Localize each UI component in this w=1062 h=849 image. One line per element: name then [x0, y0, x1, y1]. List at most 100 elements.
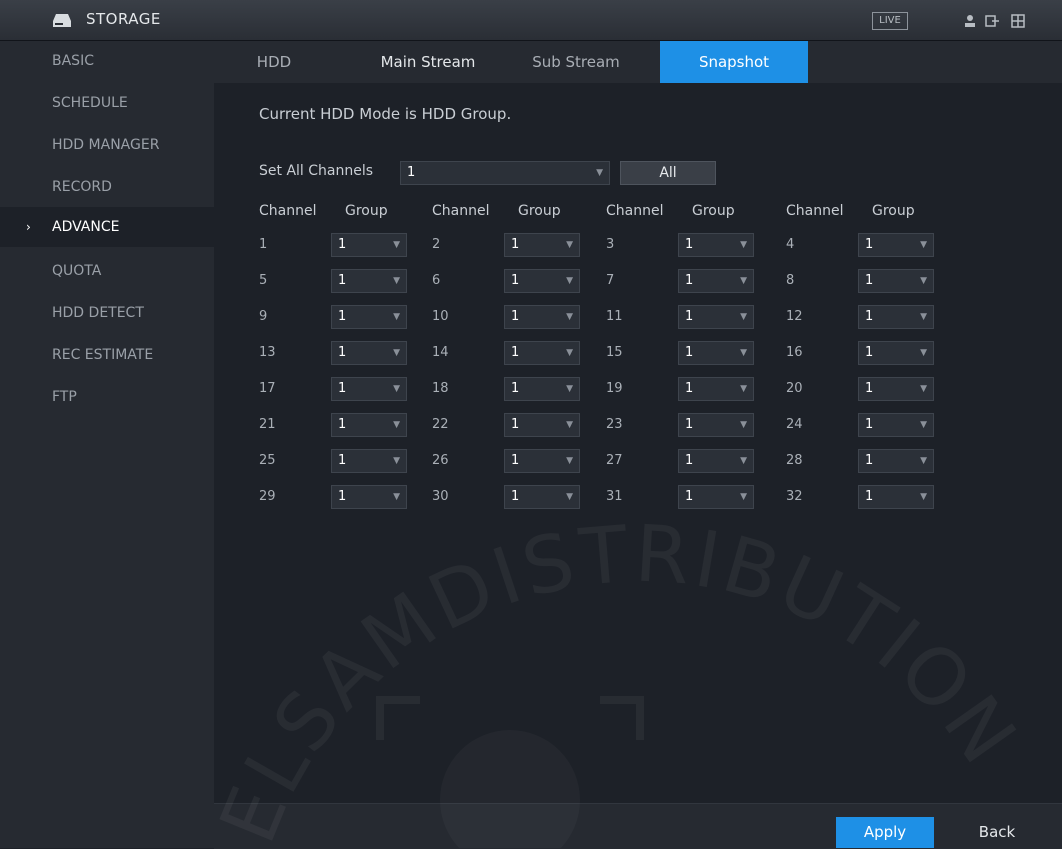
group-select[interactable]: 1 ▼	[331, 233, 407, 257]
channel-header: Channel	[432, 203, 490, 219]
tab-main-stream[interactable]: Main Stream	[364, 41, 492, 83]
select-value: 1	[511, 273, 520, 288]
group-select[interactable]: 1 ▼	[678, 413, 754, 437]
tab-sub-stream[interactable]: Sub Stream	[512, 41, 640, 83]
chevron-down-icon: ▼	[740, 240, 747, 250]
sidebar-item-label: HDD DETECT	[52, 305, 144, 321]
group-header: Group	[518, 203, 561, 219]
select-value: 1	[865, 237, 874, 252]
chevron-down-icon: ▼	[920, 384, 927, 394]
group-select[interactable]: 1 ▼	[678, 233, 754, 257]
channel-number: 30	[432, 489, 449, 504]
group-select[interactable]: 1 ▼	[858, 449, 934, 473]
channel-number: 26	[432, 453, 449, 468]
select-value: 1	[685, 381, 694, 396]
group-select[interactable]: 1 ▼	[858, 269, 934, 293]
channel-number: 24	[786, 417, 803, 432]
channel-number: 8	[786, 273, 795, 288]
back-button[interactable]: Back	[948, 817, 1046, 848]
hdd-icon	[53, 14, 71, 27]
chevron-down-icon: ▼	[393, 312, 400, 322]
select-value: 1	[685, 417, 694, 432]
all-button[interactable]: All	[620, 161, 716, 185]
group-select[interactable]: 1 ▼	[504, 413, 580, 437]
group-select[interactable]: 1 ▼	[858, 341, 934, 365]
sidebar-item-label: REC ESTIMATE	[52, 347, 154, 363]
group-select[interactable]: 1 ▼	[504, 449, 580, 473]
live-button[interactable]: LIVE	[872, 12, 908, 30]
chevron-down-icon: ▼	[393, 276, 400, 286]
chevron-down-icon: ▼	[920, 348, 927, 358]
select-value: 1	[511, 309, 520, 324]
group-select[interactable]: 1 ▼	[858, 305, 934, 329]
sidebar-item-basic[interactable]: BASIC	[0, 41, 214, 81]
channel-number: 6	[432, 273, 441, 288]
channel-number: 16	[786, 345, 803, 360]
group-select[interactable]: 1 ▼	[504, 485, 580, 509]
chevron-down-icon: ▼	[740, 348, 747, 358]
group-select[interactable]: 1 ▼	[678, 449, 754, 473]
chevron-down-icon: ▼	[566, 492, 573, 502]
chevron-down-icon: ▼	[393, 456, 400, 466]
layout-icon[interactable]	[1010, 13, 1026, 29]
group-select[interactable]: 1 ▼	[858, 413, 934, 437]
select-value: 1	[685, 453, 694, 468]
set-all-channels-select[interactable]: 1 ▼	[400, 161, 610, 185]
group-select[interactable]: 1 ▼	[331, 449, 407, 473]
select-value: 1	[865, 453, 874, 468]
sidebar-item-advance[interactable]: › ADVANCE	[0, 207, 214, 247]
group-select[interactable]: 1 ▼	[858, 377, 934, 401]
select-value: 1	[338, 417, 347, 432]
group-select[interactable]: 1 ▼	[678, 377, 754, 401]
channel-number: 18	[432, 381, 449, 396]
channel-number: 21	[259, 417, 276, 432]
apply-button[interactable]: Apply	[836, 817, 934, 848]
sidebar-item-quota[interactable]: QUOTA	[0, 251, 214, 291]
group-select[interactable]: 1 ▼	[331, 305, 407, 329]
group-select[interactable]: 1 ▼	[858, 233, 934, 257]
sidebar-item-schedule[interactable]: SCHEDULE	[0, 83, 214, 123]
group-select[interactable]: 1 ▼	[331, 377, 407, 401]
chevron-down-icon: ▼	[920, 276, 927, 286]
channel-number: 20	[786, 381, 803, 396]
group-select[interactable]: 1 ▼	[678, 269, 754, 293]
channel-number: 32	[786, 489, 803, 504]
select-value: 1	[685, 345, 694, 360]
select-value: 1	[685, 309, 694, 324]
select-value: 1	[685, 237, 694, 252]
sidebar-item-rec-estimate[interactable]: REC ESTIMATE	[0, 335, 214, 375]
group-select[interactable]: 1 ▼	[678, 305, 754, 329]
group-select[interactable]: 1 ▼	[504, 305, 580, 329]
tab-hdd[interactable]: HDD	[214, 41, 334, 83]
group-select[interactable]: 1 ▼	[331, 341, 407, 365]
sidebar-item-hdd-detect[interactable]: HDD DETECT	[0, 293, 214, 333]
chevron-right-icon: ›	[26, 220, 31, 234]
group-select[interactable]: 1 ▼	[504, 269, 580, 293]
chevron-down-icon: ▼	[740, 456, 747, 466]
group-select[interactable]: 1 ▼	[678, 485, 754, 509]
group-select[interactable]: 1 ▼	[331, 269, 407, 293]
select-value: 1	[338, 309, 347, 324]
footer-bar	[214, 803, 1062, 849]
group-select[interactable]: 1 ▼	[504, 341, 580, 365]
user-icon[interactable]	[962, 13, 978, 29]
group-select[interactable]: 1 ▼	[858, 485, 934, 509]
group-select[interactable]: 1 ▼	[331, 485, 407, 509]
channel-number: 27	[606, 453, 623, 468]
group-select[interactable]: 1 ▼	[504, 377, 580, 401]
sidebar-item-hdd-manager[interactable]: HDD MANAGER	[0, 125, 214, 165]
channel-number: 2	[432, 237, 441, 252]
group-select[interactable]: 1 ▼	[504, 233, 580, 257]
tab-snapshot[interactable]: Snapshot	[660, 41, 808, 83]
sidebar-item-label: BASIC	[52, 53, 94, 69]
select-value: 1	[865, 345, 874, 360]
sidebar-item-ftp[interactable]: FTP	[0, 377, 214, 417]
chevron-down-icon: ▼	[393, 348, 400, 358]
channel-number: 31	[606, 489, 623, 504]
sidebar-item-record[interactable]: RECORD	[0, 167, 214, 207]
chevron-down-icon: ▼	[740, 492, 747, 502]
group-select[interactable]: 1 ▼	[331, 413, 407, 437]
logout-icon[interactable]	[984, 13, 1000, 29]
group-select[interactable]: 1 ▼	[678, 341, 754, 365]
chevron-down-icon: ▼	[740, 276, 747, 286]
